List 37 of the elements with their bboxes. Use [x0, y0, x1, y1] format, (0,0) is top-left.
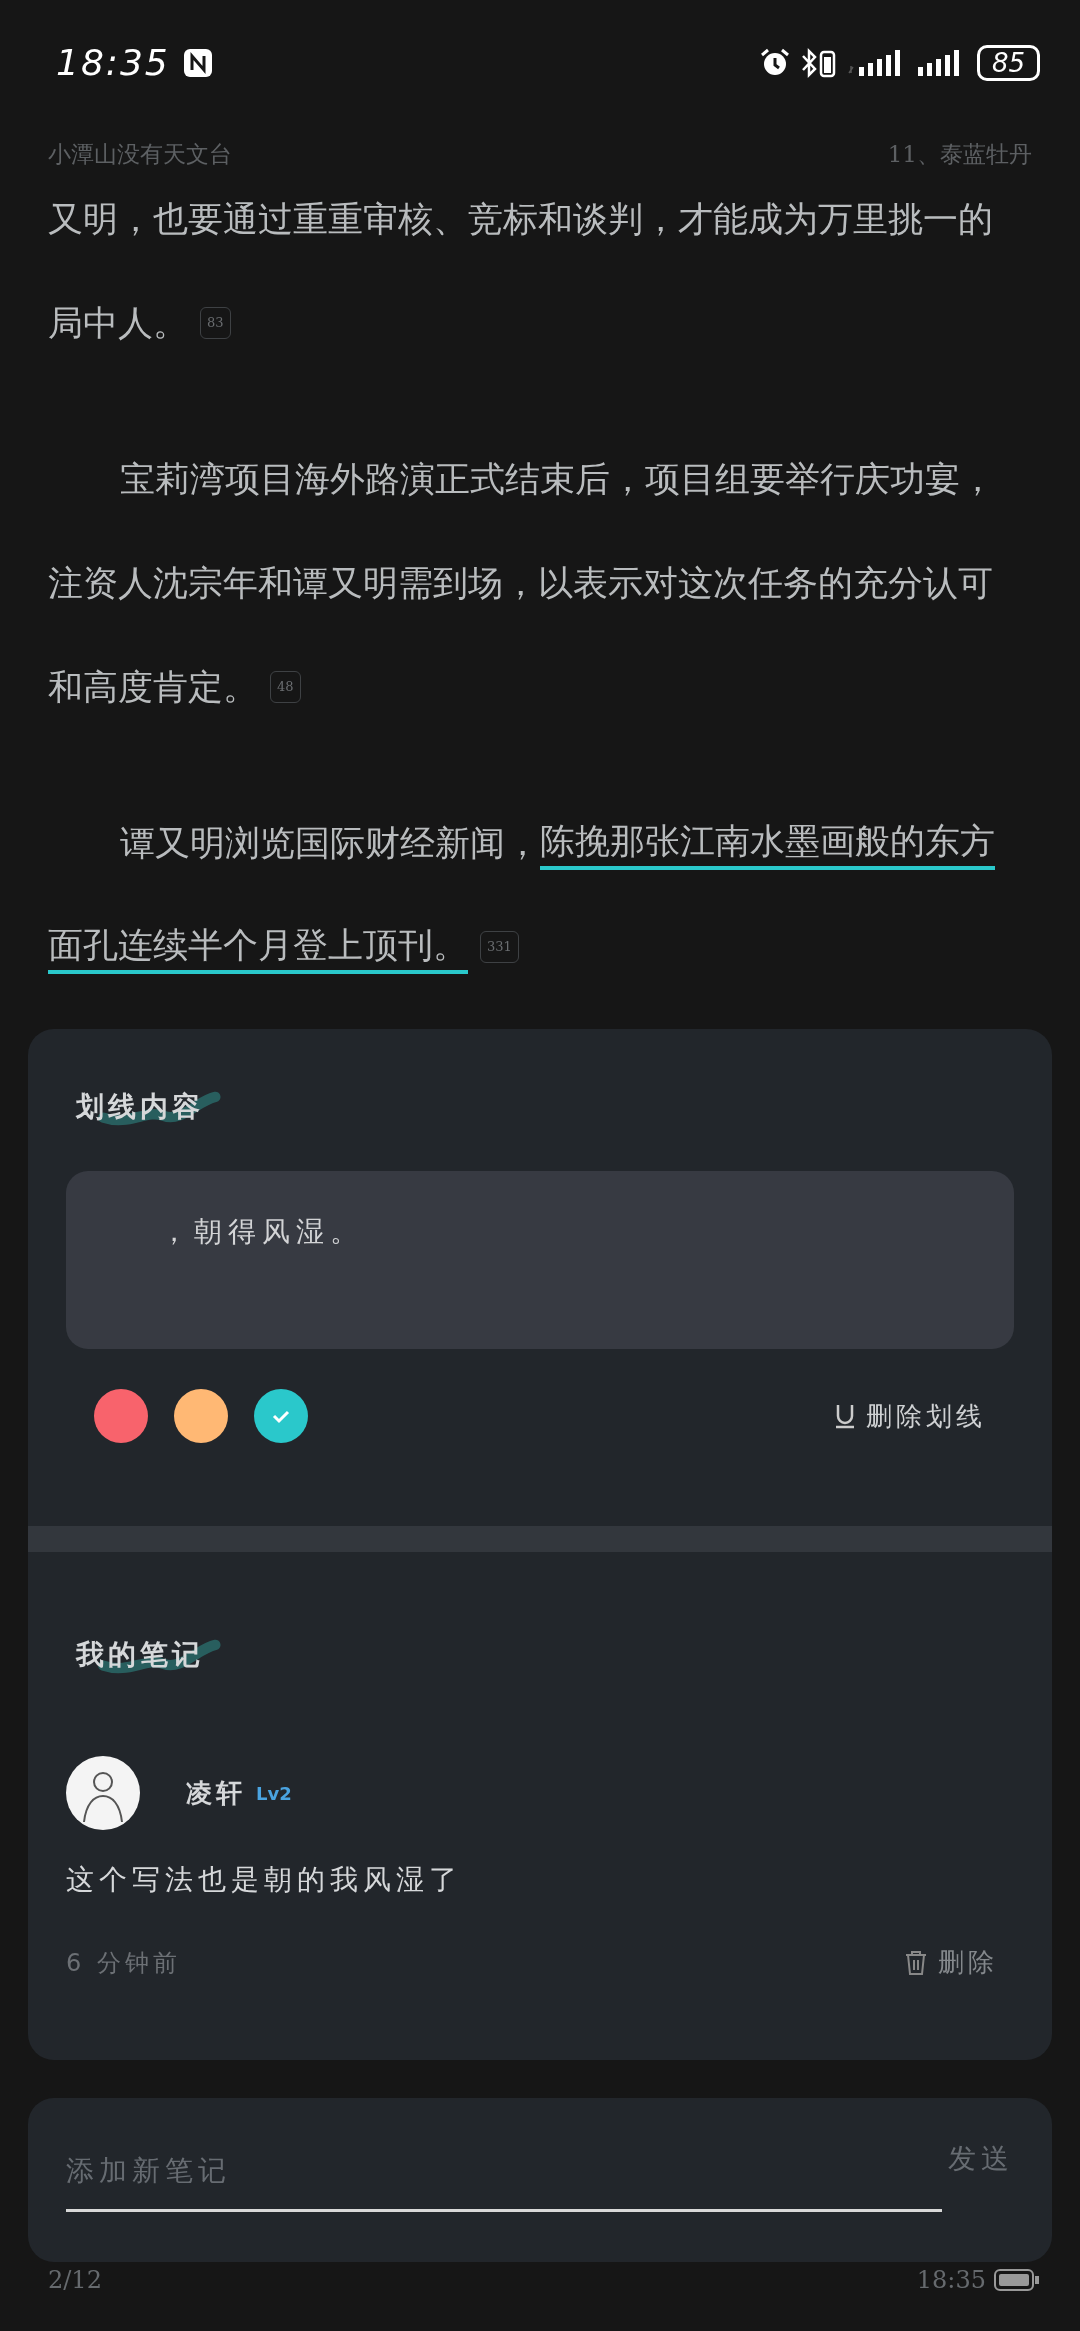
note-count-badge[interactable]: 331 — [480, 931, 519, 963]
color-swatch[interactable] — [254, 1389, 308, 1443]
page-number: 2/12 — [48, 2266, 102, 2294]
remove-underline-button[interactable]: 删除划线 — [834, 1398, 986, 1434]
body-text: 注资人沈宗年和谭又明需到场，以表示对这次任务的充分认可 — [48, 562, 993, 605]
clock-text: 18:35 — [916, 2266, 986, 2294]
note-composer[interactable]: 添加新笔记 发送 — [28, 2098, 1052, 2262]
note-text: 这个写法也是朝的我风湿了 — [66, 1862, 463, 1898]
underlined-text: 陈挽那张江南水墨画般的东方 — [540, 816, 995, 870]
chapter-title: 11、泰蓝牡丹 — [887, 140, 1032, 169]
send-button[interactable]: 发送 — [948, 2140, 1014, 2212]
quote-text: ，朝得风湿。 — [160, 1215, 364, 1248]
color-swatch[interactable] — [94, 1389, 148, 1443]
note-count-badge[interactable]: 83 — [200, 307, 231, 339]
trash-icon — [904, 1949, 928, 1976]
note-input[interactable]: 添加新笔记 — [66, 2154, 942, 2212]
delete-button[interactable]: 删除 — [904, 1945, 1014, 1980]
status-time: 18:35 — [56, 42, 170, 83]
color-swatch[interactable] — [174, 1389, 228, 1443]
battery-indicator: 85 — [976, 44, 1040, 81]
nfc-icon — [183, 48, 212, 77]
note-count-badge[interactable]: 48 — [270, 671, 301, 703]
book-title: 小潭山没有天文台 — [48, 140, 232, 169]
body-text: 和高度肯定。 — [48, 666, 258, 709]
bluetooth-battery-icon — [800, 46, 837, 79]
underline-icon — [834, 1403, 856, 1429]
level-label: Lv2 — [256, 1782, 292, 1804]
note-time: 6 分钟前 — [66, 1947, 181, 1979]
battery-icon — [994, 2268, 1040, 2292]
body-text: 宝莉湾项目海外路演正式结束后，项目组要举行庆功宴， — [119, 458, 995, 501]
underlined-text: 面孔连续半个月登上顶刊。 — [48, 920, 468, 974]
body-text: 局中人。 — [48, 302, 188, 345]
section-title: 我的笔记 — [76, 1633, 224, 1681]
section-title: 划线内容 — [76, 1085, 224, 1133]
user-name: 凌轩 — [186, 1776, 246, 1810]
body-text: 又明，也要通过重重审核、竞标和谈判，才能成为万里挑一的 — [48, 198, 993, 241]
body-text: 谭又明浏览国际财经新闻， — [119, 822, 540, 865]
